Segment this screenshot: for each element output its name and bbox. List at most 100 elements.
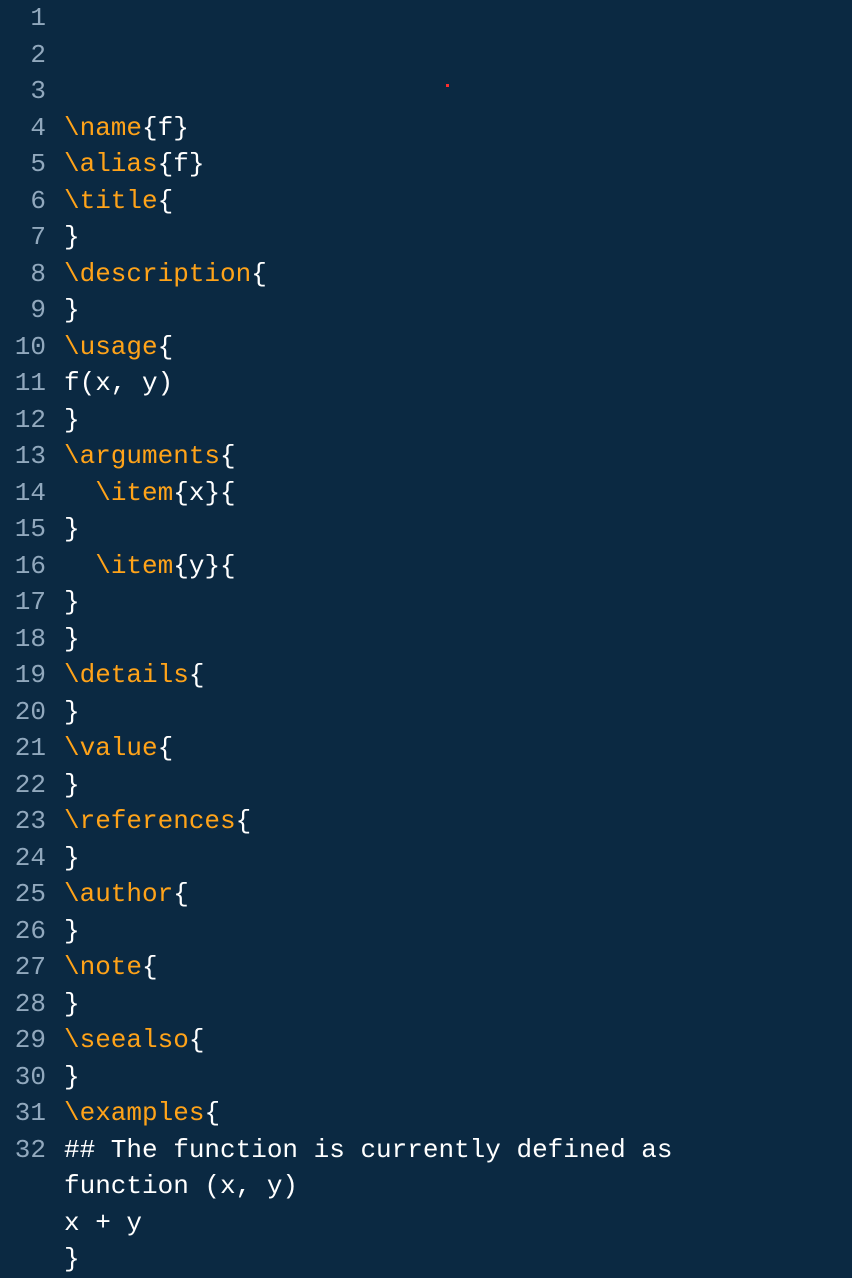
token-brace: {	[158, 332, 174, 362]
token-brace: }{	[204, 478, 235, 508]
code-line[interactable]: \description{	[64, 256, 852, 293]
code-editor[interactable]: 1234567891011121314151617181920212223242…	[0, 0, 852, 1211]
token-brace: }	[64, 770, 80, 800]
token-txt: function (x, y)	[64, 1171, 298, 1201]
token-brace: {	[158, 149, 174, 179]
token-brace: {	[158, 186, 174, 216]
token-txt: f(x, y)	[64, 368, 173, 398]
code-line[interactable]: }	[64, 621, 852, 658]
token-kw: \title	[64, 186, 158, 216]
code-line[interactable]: }	[64, 767, 852, 804]
code-line[interactable]: \item{x}{	[64, 475, 852, 512]
code-line[interactable]: \usage{	[64, 329, 852, 366]
code-line[interactable]: }	[64, 292, 852, 329]
code-line[interactable]: }	[64, 402, 852, 439]
token-indent	[64, 548, 95, 585]
line-number: 18	[0, 621, 46, 658]
token-brace: }	[189, 149, 205, 179]
code-line[interactable]: \alias{f}	[64, 146, 852, 183]
token-txt: x + y	[64, 1208, 142, 1238]
token-brace: }	[64, 405, 80, 435]
line-number: 24	[0, 840, 46, 877]
token-brace: {	[189, 660, 205, 690]
token-brace: {	[204, 1098, 220, 1128]
line-number: 20	[0, 694, 46, 731]
code-line[interactable]: }	[64, 986, 852, 1023]
line-number: 31	[0, 1095, 46, 1132]
token-brace: }	[64, 843, 80, 873]
line-number: 15	[0, 511, 46, 548]
token-brace: {	[173, 551, 189, 581]
code-line[interactable]: \arguments{	[64, 438, 852, 475]
code-line[interactable]: \item{y}{	[64, 548, 852, 585]
token-brace: }{	[204, 551, 235, 581]
code-line[interactable]: }	[64, 1241, 852, 1278]
code-line[interactable]: \name{f}	[64, 110, 852, 147]
token-brace: }	[64, 1062, 80, 1092]
line-number: 25	[0, 876, 46, 913]
token-kw: \alias	[64, 149, 158, 179]
code-line[interactable]: \value{	[64, 730, 852, 767]
token-kw: \name	[64, 113, 142, 143]
token-brace: }	[64, 697, 80, 727]
line-number-gutter: 1234567891011121314151617181920212223242…	[0, 0, 62, 1211]
token-kw: \arguments	[64, 441, 220, 471]
token-kw: \usage	[64, 332, 158, 362]
line-number: 26	[0, 913, 46, 950]
line-number: 7	[0, 219, 46, 256]
code-line[interactable]: }	[64, 913, 852, 950]
line-number: 10	[0, 329, 46, 366]
line-number: 17	[0, 584, 46, 621]
code-line[interactable]: \references{	[64, 803, 852, 840]
token-brace: {	[142, 952, 158, 982]
cursor-indicator	[446, 84, 449, 87]
code-line[interactable]: ## The function is currently defined as	[64, 1132, 852, 1169]
token-brace: }	[64, 624, 80, 654]
code-line[interactable]: \details{	[64, 657, 852, 694]
line-number: 21	[0, 730, 46, 767]
token-brace: }	[64, 916, 80, 946]
token-indent	[64, 475, 95, 512]
code-line[interactable]: }	[64, 1059, 852, 1096]
code-line[interactable]: }	[64, 584, 852, 621]
code-line[interactable]: }	[64, 694, 852, 731]
code-line[interactable]: \examples{	[64, 1095, 852, 1132]
code-line[interactable]: \seealso{	[64, 1022, 852, 1059]
token-txt: ## The function is currently defined as	[64, 1135, 673, 1165]
code-line[interactable]: }	[64, 511, 852, 548]
line-number: 2	[0, 37, 46, 74]
token-brace: {	[173, 478, 189, 508]
token-kw: \value	[64, 733, 158, 763]
code-line[interactable]: \title{	[64, 183, 852, 220]
line-number: 16	[0, 548, 46, 585]
token-brace: }	[64, 587, 80, 617]
code-line[interactable]: function (x, y)	[64, 1168, 852, 1205]
token-brace: {	[189, 1025, 205, 1055]
line-number: 29	[0, 1022, 46, 1059]
code-area[interactable]: \name{f}\alias{f}\title{}\description{}\…	[62, 0, 852, 1211]
line-number: 1	[0, 0, 46, 37]
line-number: 13	[0, 438, 46, 475]
code-line[interactable]: }	[64, 219, 852, 256]
line-number: 5	[0, 146, 46, 183]
token-kw: \author	[64, 879, 173, 909]
code-line[interactable]: x + y	[64, 1205, 852, 1242]
token-brace: }	[64, 1244, 80, 1274]
token-kw: \details	[64, 660, 189, 690]
token-brace: }	[173, 113, 189, 143]
line-number: 23	[0, 803, 46, 840]
line-number: 11	[0, 365, 46, 402]
token-kw: \item	[95, 551, 173, 581]
code-line[interactable]: \author{	[64, 876, 852, 913]
line-number: 27	[0, 949, 46, 986]
token-brace: {	[173, 879, 189, 909]
code-line[interactable]: f(x, y)	[64, 365, 852, 402]
line-number: 32	[0, 1132, 46, 1169]
token-brace: {	[158, 733, 174, 763]
token-brace: }	[64, 295, 80, 325]
line-number: 4	[0, 110, 46, 147]
token-kw: \seealso	[64, 1025, 189, 1055]
code-line[interactable]: }	[64, 840, 852, 877]
token-brace: {	[142, 113, 158, 143]
code-line[interactable]: \note{	[64, 949, 852, 986]
